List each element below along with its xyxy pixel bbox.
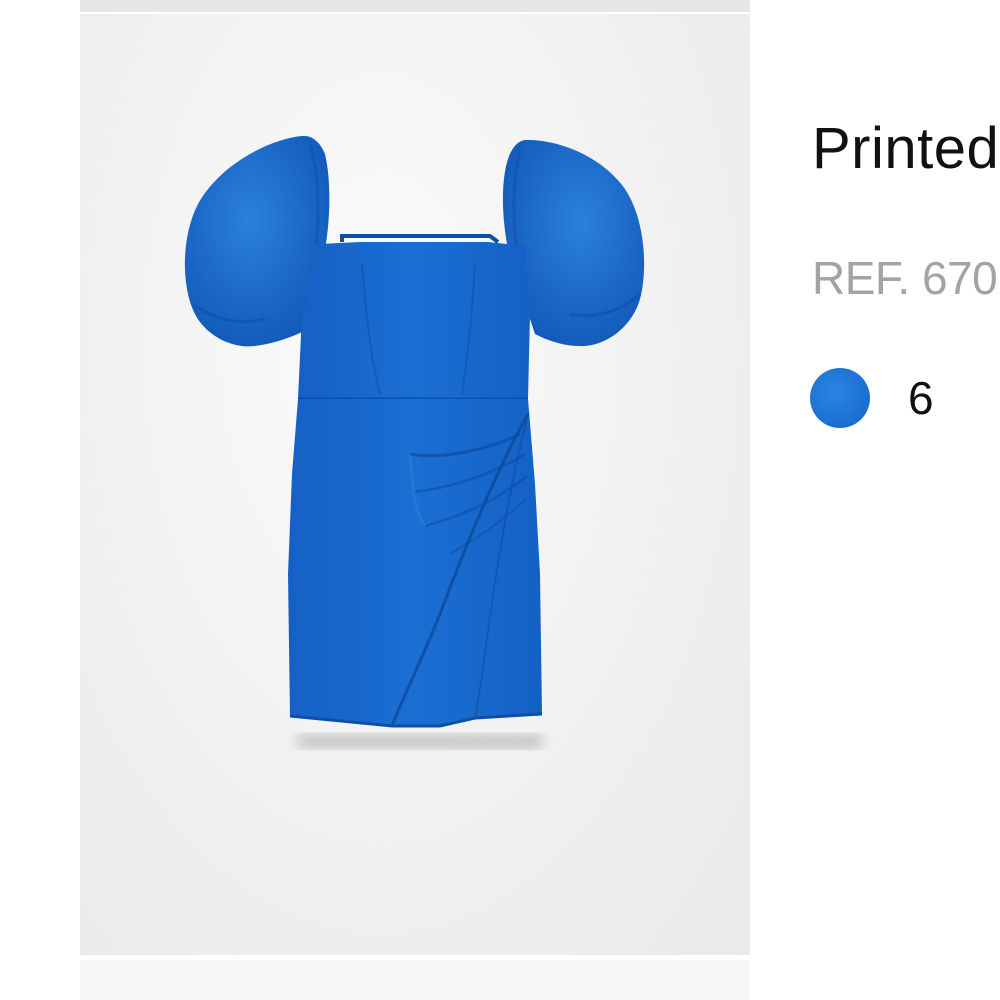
previous-image-thumbnail[interactable] [80,0,750,12]
skirt [288,399,542,726]
bodice [298,242,530,399]
product-image[interactable] [80,14,750,955]
dress-illustration [184,135,645,749]
next-image-thumbnail[interactable] [80,960,750,1000]
product-page: Printed REF. 670 6 [0,0,1000,1000]
product-title: Printed [812,116,1000,181]
product-reference: REF. 670 [812,252,998,304]
color-swatch-blue[interactable] [810,368,870,428]
color-count: 6 [908,372,934,424]
